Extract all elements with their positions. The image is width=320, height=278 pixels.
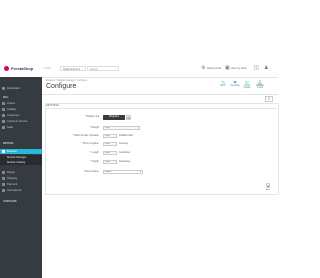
sidebar-section-improve: IMPROVE (3, 143, 14, 145)
sidebar-subitem-module-catalog[interactable]: Module Catalog (0, 160, 42, 165)
back-button[interactable]: ⮌ Back (217, 80, 229, 87)
manage-hooks-button[interactable]: ⚓ Manage hooks (254, 80, 266, 89)
sidebar-item-orders[interactable]: Orders (0, 101, 42, 106)
sidebar-item-shipping[interactable]: Shipping (0, 176, 42, 181)
panel-divider (45, 108, 277, 109)
dashboard-icon (2, 87, 5, 90)
translate-button[interactable]: ⚑ Translate (229, 80, 241, 87)
field-label: Parcel status (84, 170, 99, 173)
catalog-icon (2, 108, 5, 111)
check-update-button[interactable]: ↻ Check update (241, 80, 253, 89)
field-label: * Weight (89, 126, 99, 129)
modules-icon (2, 150, 5, 153)
field-label: * Height (90, 160, 99, 163)
stats-icon (2, 126, 5, 129)
save-label: Save (265, 189, 271, 191)
search-input[interactable]: Search (87, 66, 119, 71)
globe-icon (2, 189, 5, 192)
prestashop-logo-icon (4, 66, 9, 71)
sidebar-item-design[interactable]: Design (0, 170, 42, 175)
orders-icon (2, 102, 5, 105)
field-label: * Refill Sender Operator (72, 134, 99, 137)
sidebar-section-configure: CONFIGURE (3, 201, 17, 203)
help-button[interactable]: ☰ (265, 96, 273, 102)
weight-unit-toggle[interactable]: Kilograms (103, 115, 125, 120)
notifications-icon[interactable]: ♟ (264, 65, 268, 71)
sidebar-item-customers[interactable]: Customers (0, 113, 42, 118)
sidebar-item-customer-service[interactable]: Customer Service (0, 119, 42, 124)
version-label: 1.7.8.8 (43, 67, 51, 70)
debug-icon: ⚙ (201, 65, 206, 71)
customers-icon (2, 114, 5, 117)
chat-icon (2, 120, 5, 123)
weight-unit-extra-button[interactable]: ⚙ (126, 115, 131, 120)
field-label: * Weight unit (84, 115, 99, 118)
field-unit: Centimeter (119, 161, 131, 163)
view-shop-link[interactable]: View my shop (231, 67, 247, 70)
parcel-status-select[interactable]: Select ▾ (103, 170, 143, 174)
cart-icon[interactable]: ◫ (254, 65, 259, 71)
refill-input[interactable]: 0.00 (103, 134, 117, 138)
height-input[interactable]: 0.00 (103, 160, 117, 164)
sidebar-item-dashboard[interactable]: Dashboard (0, 86, 42, 91)
sidebar-section-sell: SELL (3, 97, 9, 99)
length-input[interactable]: 0.00 (103, 151, 117, 155)
shipping-icon (2, 177, 5, 180)
field-unit: Centimeter (119, 152, 131, 154)
top-bar (0, 62, 278, 78)
shop-icon: ▣ (225, 65, 230, 71)
sidebar-item-international[interactable]: International (0, 188, 42, 193)
logo-text[interactable]: PrestaShop (11, 66, 33, 71)
design-icon (2, 171, 5, 174)
field-label: * Price of option (81, 142, 99, 145)
chevron-down-icon: ▾ (139, 171, 141, 173)
payment-icon (2, 183, 5, 186)
header-divider (42, 94, 278, 95)
panel-title: SETTINGS (46, 104, 59, 107)
breadcrumb: Modules / Module Manager / Configure (46, 79, 88, 82)
sidebar-item-modules[interactable]: Modules (0, 149, 42, 154)
weight-input[interactable]: 0.00 (103, 126, 140, 130)
sidebar-item-stats[interactable]: Stats (0, 125, 42, 130)
field-unit: Currency (119, 143, 129, 145)
debug-mode-link[interactable]: Debug mode (207, 67, 221, 70)
quick-access-dropdown[interactable]: Quick Access ▾ (60, 66, 86, 71)
field-label: * Length (89, 151, 99, 154)
sidebar-item-payment[interactable]: Payment (0, 182, 42, 187)
price-input[interactable]: 0.00 (103, 142, 117, 146)
sidebar-item-catalog[interactable]: Catalog (0, 107, 42, 112)
field-unit: Fulfilled order (119, 135, 133, 137)
page-title: Configure (46, 83, 77, 90)
